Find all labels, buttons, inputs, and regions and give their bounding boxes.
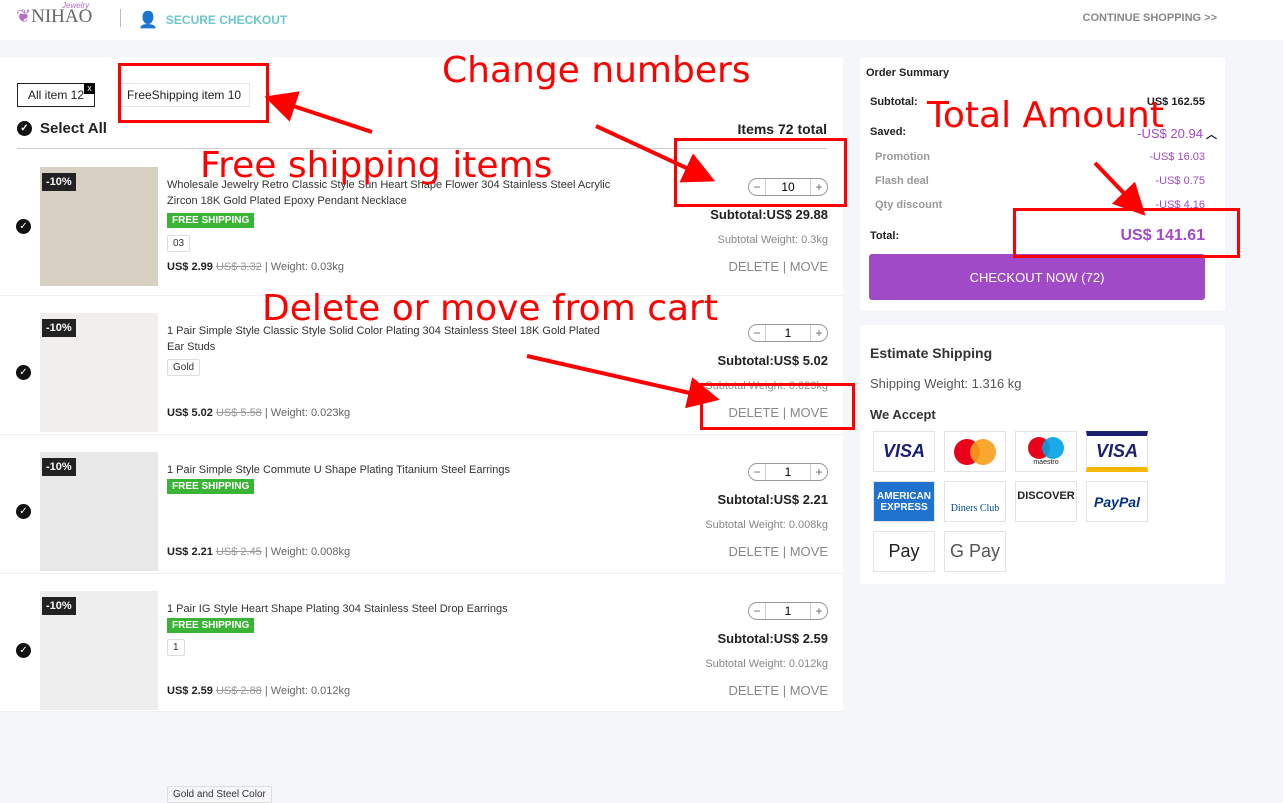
- arrow-quantity: [595, 124, 716, 183]
- arrow-total: [1093, 161, 1146, 216]
- annotation-arrows: [264, 91, 1146, 409]
- arrow-delete-move: [526, 354, 720, 409]
- arrow-free-shipping: [264, 91, 373, 134]
- variant-tag: Gold and Steel Color: [167, 786, 272, 803]
